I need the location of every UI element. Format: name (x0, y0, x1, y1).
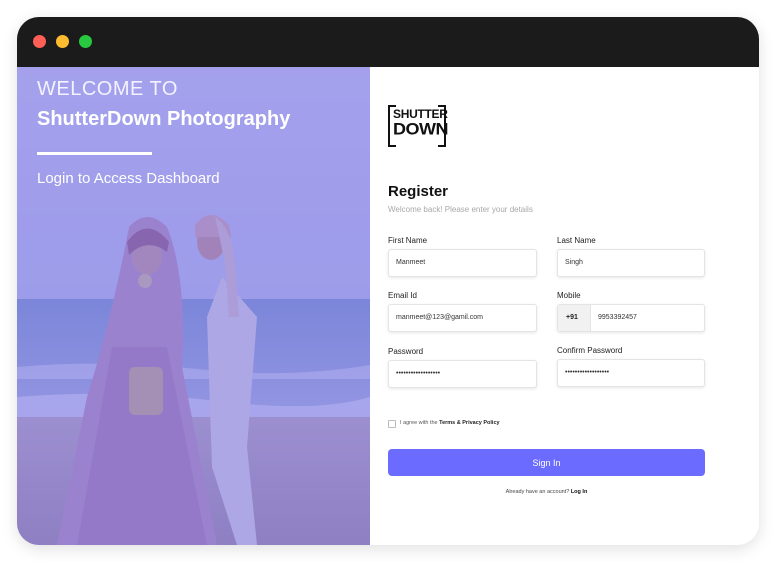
last-name-label: Last Name (557, 236, 596, 245)
terms-text: I agree with the Terms & Privacy Policy (400, 420, 500, 426)
country-code-box[interactable]: +91 (558, 305, 591, 331)
register-panel: SHUTTER DOWN Register Welcome back! Plea… (370, 67, 759, 545)
confirm-password-value: •••••••••••••••••• (565, 369, 610, 376)
email-value: manmeet@123@gamil.com (396, 314, 483, 321)
last-name-field[interactable]: Singh (557, 249, 705, 277)
brand-name: ShutterDown Photography (37, 108, 291, 130)
confirm-password-field[interactable]: •••••••••••••••••• (557, 359, 705, 387)
form-subtitle: Welcome back! Please enter your details (388, 205, 533, 214)
terms-prefix: I agree with the (400, 420, 438, 426)
first-name-label: First Name (388, 236, 428, 245)
sign-in-button[interactable]: Sign In (388, 449, 705, 476)
login-prompt: Already have an account? Log In (388, 489, 705, 495)
country-code: +91 (566, 314, 578, 321)
close-window-button[interactable] (33, 35, 46, 48)
first-name-field[interactable]: Manmeet (388, 249, 537, 277)
password-value: •••••••••••••••••• (396, 370, 441, 377)
mobile-value: 9953392457 (598, 314, 637, 321)
hero-panel: WELCOME TO ShutterDown Photography Login… (17, 67, 370, 545)
mobile-field[interactable]: +91 9953392457 (557, 304, 705, 332)
hero-subtitle: Login to Access Dashboard (37, 170, 220, 187)
terms-checkbox[interactable] (388, 420, 396, 428)
password-field[interactable]: •••••••••••••••••• (388, 360, 537, 388)
mobile-label: Mobile (557, 291, 581, 300)
email-field[interactable]: manmeet@123@gamil.com (388, 304, 537, 332)
logo-line-2: DOWN (393, 120, 449, 139)
welcome-text: WELCOME TO (37, 78, 178, 100)
confirm-password-label: Confirm Password (557, 346, 623, 355)
form-title: Register (388, 183, 449, 200)
login-link[interactable]: Log In (571, 489, 588, 495)
last-name-value: Singh (565, 259, 583, 266)
divider (37, 152, 152, 155)
first-name-value: Manmeet (396, 259, 426, 266)
logo-line-1: SHUTTER (393, 107, 448, 121)
terms-link[interactable]: Terms & Privacy Policy (439, 420, 499, 426)
browser-window: WELCOME TO ShutterDown Photography Login… (17, 17, 759, 545)
shutterdown-logo: SHUTTER DOWN (388, 105, 449, 147)
minimize-window-button[interactable] (56, 35, 69, 48)
maximize-window-button[interactable] (79, 35, 92, 48)
title-bar (17, 17, 759, 67)
password-label: Password (388, 347, 424, 356)
email-label: Email Id (388, 291, 417, 300)
already-account-text: Already have an account? (505, 489, 570, 495)
hero-overlay (17, 67, 370, 545)
